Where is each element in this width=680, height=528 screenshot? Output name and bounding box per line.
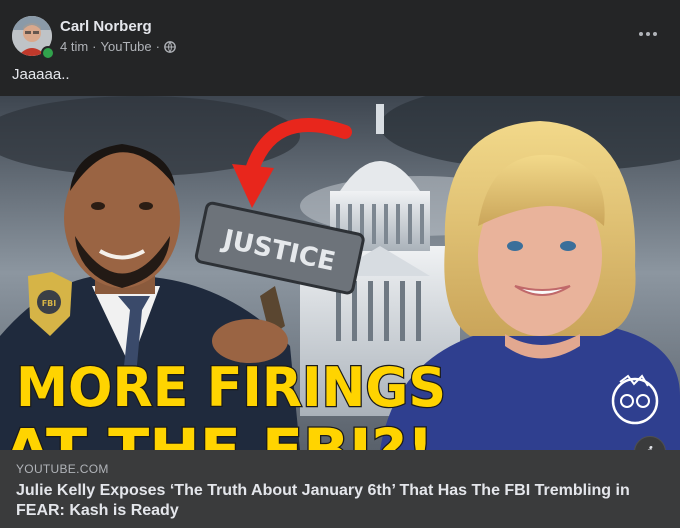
video-thumbnail[interactable]: FBI JUSTICE MORE FIRINGS AT THE FBI?! <box>0 96 680 450</box>
more-options-icon[interactable] <box>636 24 660 44</box>
link-title[interactable]: Julie Kelly Exposes ‘The Truth About Jan… <box>16 481 656 521</box>
facebook-post: Carl Norberg 4 tim · YouTube · Jaaaaa.. <box>0 0 680 528</box>
author-name[interactable]: Carl Norberg <box>60 18 152 35</box>
post-time[interactable]: 4 tim <box>60 39 88 54</box>
globe-icon[interactable] <box>164 40 176 53</box>
post-header: Carl Norberg 4 tim · YouTube · <box>12 12 668 60</box>
badge-text: FBI <box>42 299 57 308</box>
headline-line-1: MORE FIRINGS <box>16 356 446 419</box>
meta-separator: · <box>155 39 160 54</box>
link-preview[interactable]: YOUTUBE.COM Julie Kelly Exposes ‘The Tru… <box>0 450 680 528</box>
post-source: YouTube <box>100 39 152 54</box>
post-caption: Jaaaaa.. <box>12 66 70 83</box>
meta-separator: · <box>92 39 97 54</box>
thumbnail-image: FBI JUSTICE MORE FIRINGS AT THE FBI?! <box>0 96 680 450</box>
link-domain: YOUTUBE.COM <box>16 462 109 476</box>
headline-line-2: AT THE FBI?! <box>4 416 434 450</box>
online-status-indicator <box>41 46 55 60</box>
headline-overlay: MORE FIRINGS AT THE FBI?! <box>3 355 448 450</box>
post-meta: 4 tim · YouTube · <box>60 39 176 54</box>
